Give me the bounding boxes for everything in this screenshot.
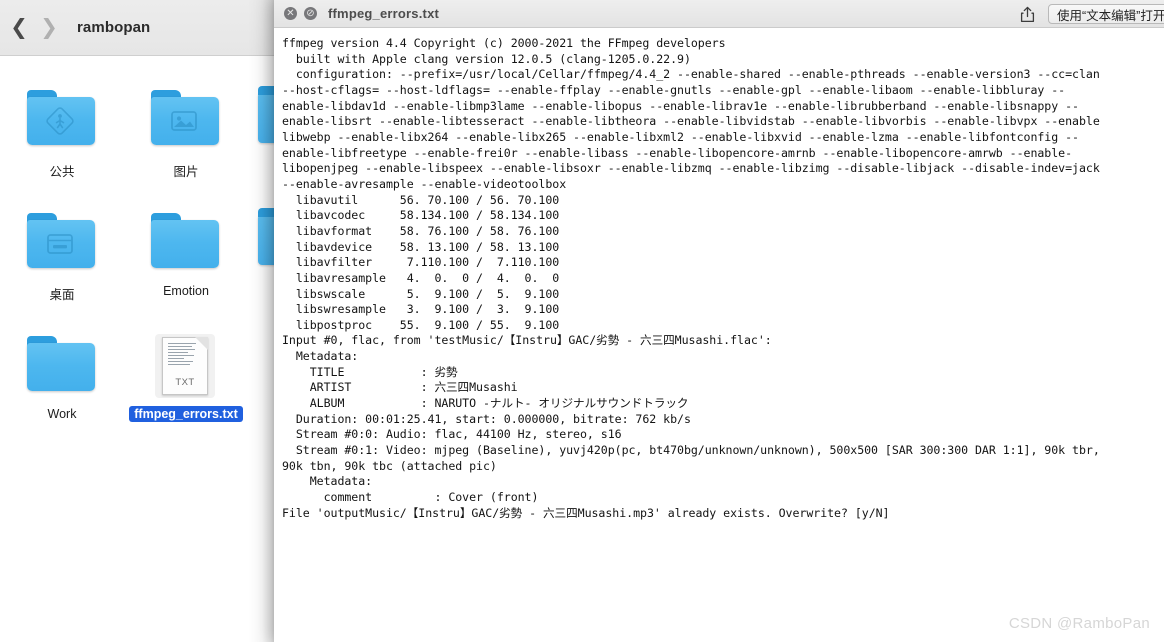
finder-path-title: rambopan <box>77 19 151 36</box>
finder-window: ❮ ❯ rambopan 公共 图片 桌面 Emotion Work TXT f… <box>0 0 274 642</box>
titlebar-actions: 使用“文本编辑”打开 <box>1016 0 1164 28</box>
pictures-folder-icon <box>149 88 223 152</box>
textedit-window: ✕ ⊘ ffmpeg_errors.txt 使用“文本编辑”打开 ffmpeg … <box>274 0 1164 642</box>
finder-item-desktop[interactable]: 桌面 <box>0 199 124 304</box>
screen: ❮ ❯ rambopan 公共 图片 桌面 Emotion Work TXT f… <box>0 0 1164 642</box>
icon-row: Work TXT ffmpeg_errors.txt <box>0 322 274 422</box>
plain-folder-icon <box>25 334 99 398</box>
icon-row: 桌面 Emotion <box>0 199 274 304</box>
finder-item-public[interactable]: 公共 <box>0 76 124 181</box>
textedit-content-area[interactable]: ffmpeg version 4.4 Copyright (c) 2000-20… <box>274 28 1164 642</box>
public-folder-icon <box>25 88 99 152</box>
textedit-titlebar[interactable]: ✕ ⊘ ffmpeg_errors.txt 使用“文本编辑”打开 <box>274 0 1164 28</box>
chevron-right-icon[interactable]: ❯ <box>34 13 64 43</box>
finder-item-emotion[interactable]: Emotion <box>124 199 248 304</box>
finder-item-work[interactable]: Work <box>0 322 124 422</box>
finder-item-pictures[interactable]: 图片 <box>124 76 248 181</box>
plain-folder-icon <box>149 211 223 275</box>
finder-item-label: ffmpeg_errors.txt <box>129 406 243 422</box>
desktop-folder-icon <box>25 211 99 275</box>
window-controls: ✕ ⊘ <box>284 7 317 20</box>
ffmpeg-log-text: ffmpeg version 4.4 Copyright (c) 2000-20… <box>282 36 1100 520</box>
txt-document-icon: TXT <box>149 334 223 398</box>
icon-row: 公共 图片 <box>0 76 274 181</box>
finder-item-label: Work <box>47 407 77 421</box>
txt-badge: TXT <box>175 377 195 388</box>
finder-icon-grid: 公共 图片 桌面 Emotion Work TXT ffmpeg_errors.… <box>0 56 274 642</box>
watermark: CSDN @RamboPan <box>1008 615 1150 632</box>
peek-folder-icon <box>258 208 274 265</box>
peek-folder-icon <box>258 86 274 143</box>
open-with-textedit-button[interactable]: 使用“文本编辑”打开 <box>1048 4 1164 24</box>
finder-item-label: Emotion <box>163 284 209 298</box>
finder-item-label: 公共 <box>49 165 75 179</box>
finder-nav-group: ❮ ❯ <box>4 13 64 43</box>
textedit-title: ffmpeg_errors.txt <box>328 6 440 21</box>
close-icon[interactable]: ✕ <box>284 7 297 20</box>
finder-item-label: 图片 <box>173 165 199 179</box>
minimize-disabled-icon[interactable]: ⊘ <box>304 7 317 20</box>
chevron-left-icon[interactable]: ❮ <box>4 13 34 43</box>
finder-item-ffmpeg-errors-txt[interactable]: TXT ffmpeg_errors.txt <box>124 322 248 422</box>
share-icon[interactable] <box>1016 3 1038 25</box>
finder-toolbar: ❮ ❯ rambopan <box>0 0 274 56</box>
finder-item-label: 桌面 <box>49 288 75 302</box>
